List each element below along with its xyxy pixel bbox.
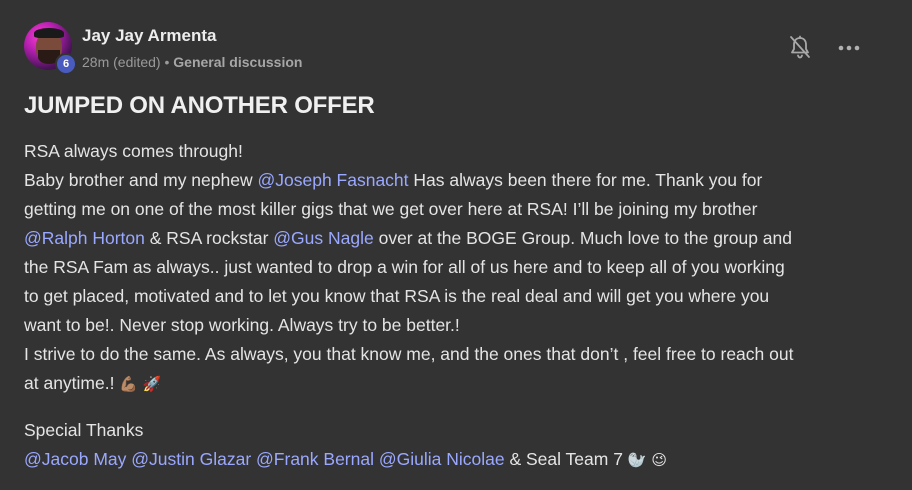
mention-giulia-nicolae[interactable]: @Giulia Nicolae (379, 449, 505, 469)
body-line: to get placed, motivated and to let you … (24, 282, 888, 311)
mention-joseph-fasnacht[interactable]: @Joseph Fasnacht (257, 170, 408, 190)
body-text: getting me on one of the most killer gig… (24, 199, 758, 219)
body-text: to get placed, motivated and to let you … (24, 286, 770, 306)
special-thanks-heading: Special Thanks (24, 420, 144, 440)
post-category[interactable]: General discussion (173, 54, 302, 70)
body-text: at anytime.! (24, 373, 120, 393)
body-line: getting me on one of the most killer gig… (24, 195, 888, 224)
author-avatar[interactable]: 6 (24, 22, 77, 75)
mention-gus-nagle[interactable]: @Gus Nagle (273, 228, 373, 248)
author-name[interactable]: Jay Jay Armenta (82, 26, 217, 46)
winking-face-emoji-icon: 😉 (651, 452, 668, 469)
post-card: 6 Jay Jay Armenta 28m (edited) • General… (0, 0, 912, 490)
post-title: JUMPED ON ANOTHER OFFER (24, 92, 375, 119)
post-time: 28m (edited) (82, 54, 161, 70)
body-text: over at the BOGE Group. Much love to the… (373, 228, 793, 248)
body-text: Baby brother and my nephew (24, 170, 258, 190)
body-text: & RSA rockstar (144, 228, 274, 248)
mention-jacob-may[interactable]: @Jacob May (24, 449, 126, 469)
body-line: I strive to do the same. As always, you … (24, 340, 888, 369)
more-horizontal-icon[interactable] (836, 38, 862, 58)
post-body: RSA always comes through! Baby brother a… (24, 137, 888, 475)
post-meta: 28m (edited) • General discussion (82, 54, 302, 70)
body-text: RSA always comes through! (24, 141, 243, 161)
body-line: at anytime.! 💪🏽 🚀 (24, 369, 888, 399)
body-text: I strive to do the same. As always, you … (24, 344, 794, 364)
bell-off-icon[interactable] (788, 35, 812, 61)
body-line: Special Thanks (24, 416, 888, 445)
body-line: want to be!. Never stop working. Always … (24, 311, 888, 340)
body-text: Has always been there for me. Thank you … (408, 170, 763, 190)
body-text: & Seal Team 7 (504, 449, 628, 469)
mention-justin-glazar[interactable]: @Justin Glazar (131, 449, 251, 469)
mention-ralph-horton[interactable]: @Ralph Horton (24, 228, 145, 248)
mention-frank-bernal[interactable]: @Frank Bernal (256, 449, 374, 469)
seal-emoji-icon: 🦭 (627, 452, 647, 469)
body-line: RSA always comes through! (24, 137, 888, 166)
level-badge: 6 (55, 53, 77, 75)
avatar-cap-shape (34, 28, 64, 38)
body-line: the RSA Fam as always.. just wanted to d… (24, 253, 888, 282)
body-line: @Jacob May @Justin Glazar @Frank Bernal … (24, 445, 888, 475)
body-line: @Ralph Horton & RSA rockstar @Gus Nagle … (24, 224, 888, 253)
body-line: Baby brother and my nephew @Joseph Fasna… (24, 166, 888, 195)
rocket-emoji-icon: 🚀 (142, 376, 162, 393)
body-text: want to be!. Never stop working. Always … (24, 315, 460, 335)
meta-separator: • (164, 54, 170, 70)
body-text: the RSA Fam as always.. just wanted to d… (24, 257, 785, 277)
flexed-biceps-emoji-icon: 💪🏽 (119, 376, 139, 393)
